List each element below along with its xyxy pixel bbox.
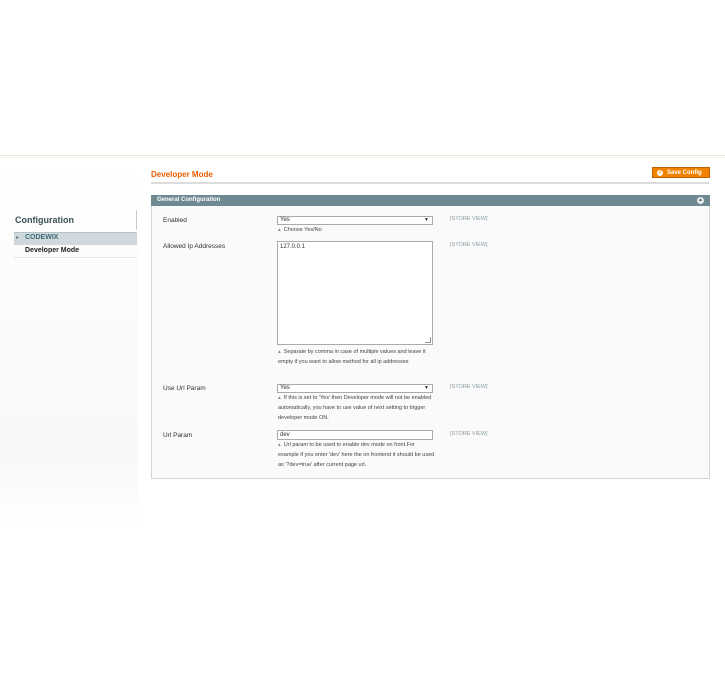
section-title: General Configuration bbox=[157, 197, 221, 203]
title-divider bbox=[151, 182, 709, 184]
enabled-note: ▴ Choose Yes/No bbox=[278, 226, 436, 236]
use-url-param-select[interactable]: Yes ▼ bbox=[277, 384, 433, 393]
caret-down-icon: ▼ bbox=[424, 385, 429, 391]
save-config-label: Save Config bbox=[667, 169, 702, 176]
url-param-note: ▴ Url param to be used to enable dev mode… bbox=[278, 441, 436, 470]
enabled-select[interactable]: Yes ▼ bbox=[277, 216, 433, 225]
triangle-bullet-icon: ▴ bbox=[278, 442, 281, 448]
allowed-ips-note-text: Separate by comma in case of multiple va… bbox=[278, 349, 426, 365]
enabled-label: Enabled bbox=[163, 217, 187, 224]
group-arrow-icon: ▸ bbox=[16, 235, 20, 241]
header-divider bbox=[0, 155, 725, 156]
header-divider-shadow bbox=[0, 157, 725, 158]
allowed-ips-label: Allowed Ip Addresses bbox=[163, 243, 226, 250]
sidebar-group-label: CODEWIX bbox=[25, 234, 59, 241]
triangle-bullet-icon: ▴ bbox=[278, 227, 281, 233]
url-param-input[interactable]: dev bbox=[277, 430, 433, 440]
sidebar-title: Configuration bbox=[15, 215, 74, 225]
url-param-scope: [STORE VIEW] bbox=[450, 431, 488, 437]
resize-handle-icon[interactable] bbox=[425, 337, 431, 343]
url-param-note-text: Url param to be used to enable dev mode … bbox=[278, 442, 435, 468]
use-url-param-value: Yes bbox=[280, 385, 290, 391]
use-url-param-note-text: If this is set to 'Yes' then Developer m… bbox=[278, 395, 432, 421]
sidebar-item-developer-mode[interactable]: Developer Mode bbox=[14, 245, 137, 258]
save-config-button[interactable]: ✓ Save Config bbox=[652, 167, 710, 178]
section-header[interactable]: General Configuration ▲ bbox=[151, 195, 710, 206]
sidebar-group-codewix[interactable]: ▸ CODEWIX bbox=[14, 232, 137, 245]
allowed-ips-scope: [STORE VIEW] bbox=[450, 242, 488, 248]
use-url-param-scope: [STORE VIEW] bbox=[450, 384, 488, 390]
triangle-bullet-icon: ▴ bbox=[278, 395, 281, 401]
check-circle-icon: ✓ bbox=[657, 169, 663, 176]
use-url-param-label: Use Url Param bbox=[163, 385, 206, 392]
use-url-param-note: ▴ If this is set to 'Yes' then Developer … bbox=[278, 394, 436, 423]
enabled-scope: [STORE VIEW] bbox=[450, 216, 488, 222]
sidebar-item-label: Developer Mode bbox=[25, 247, 80, 254]
sidebar-title-divider bbox=[136, 210, 137, 230]
url-param-value: dev bbox=[280, 432, 290, 438]
url-param-label: Url Param bbox=[163, 432, 193, 439]
enabled-note-text: Choose Yes/No bbox=[283, 227, 322, 233]
page-title: Developer Mode bbox=[151, 170, 213, 179]
triangle-bullet-icon: ▴ bbox=[278, 349, 281, 355]
collapse-icon[interactable]: ▲ bbox=[697, 197, 704, 204]
allowed-ips-textarea[interactable]: 127.0.0.1 bbox=[277, 241, 433, 345]
enabled-select-value: Yes bbox=[280, 217, 290, 223]
allowed-ips-note: ▴ Separate by comma in case of multiple v… bbox=[278, 348, 436, 368]
caret-down-icon: ▼ bbox=[424, 217, 429, 223]
allowed-ips-value: 127.0.0.1 bbox=[280, 244, 306, 250]
